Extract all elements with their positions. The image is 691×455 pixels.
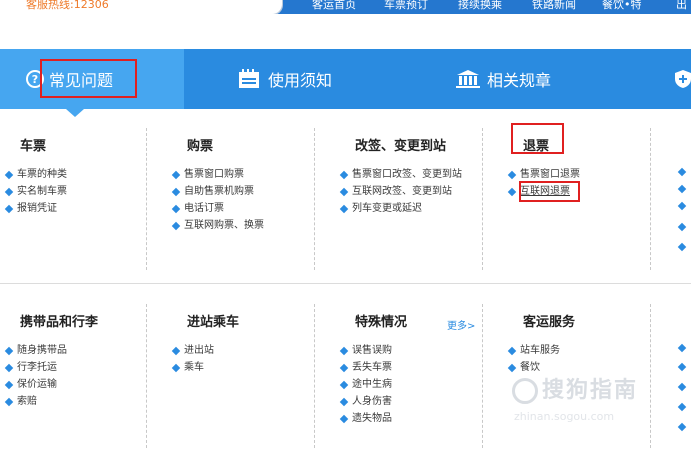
list-item[interactable]: 途中生病: [339, 376, 481, 393]
top-nav-bar: 客服热线:12306 客运首页 车票预订 接续换乘 铁路新闻 餐饮•特 出: [0, 0, 691, 14]
tab-faq[interactable]: ? 常见问题: [0, 49, 184, 109]
list-item[interactable]: 售票窗口购票: [171, 166, 313, 183]
watermark-url: zhinan.sogou.com: [514, 410, 615, 423]
list-item[interactable]: 随身携带品: [4, 342, 146, 359]
row-divider: [0, 283, 691, 284]
column-title: 进站乘车: [187, 315, 240, 330]
tab-faq-label: 常见问题: [49, 71, 114, 90]
list-item-online-refund[interactable]: 互联网退票: [507, 183, 649, 200]
list-item[interactable]: 互联网改签、变更到站: [339, 183, 481, 200]
tab-regulations[interactable]: 相关规章: [455, 49, 551, 109]
more-link[interactable]: 更多>: [447, 317, 475, 332]
column-boarding: 进站乘车 进出站 乘车: [171, 314, 313, 376]
tab-usage-notes[interactable]: 使用须知: [238, 49, 332, 109]
calendar-icon: [239, 69, 259, 88]
column-luggage: 携带品和行李 随身携带品 行李托运 保价运输 索赔: [4, 314, 146, 410]
column-title: 车票: [20, 139, 47, 154]
list-item[interactable]: 电话订票: [171, 200, 313, 217]
list-item[interactable]: 实名制车票: [4, 183, 146, 200]
list-item[interactable]: 售票窗口退票: [507, 166, 649, 183]
nav-link-transfer[interactable]: 接续换乘: [458, 0, 502, 12]
list-item[interactable]: 站车服务: [507, 342, 649, 359]
tab-more[interactable]: [674, 49, 691, 109]
column-refund: 退票 售票窗口退票 互联网退票: [507, 138, 649, 200]
column-title: 携带品和行李: [20, 315, 99, 330]
list-item[interactable]: 进出站: [171, 342, 313, 359]
list-item[interactable]: 遗失物品: [339, 410, 481, 427]
active-tab-pointer: [66, 109, 84, 117]
building-icon: [456, 70, 480, 88]
nav-link-more[interactable]: 出: [676, 0, 687, 12]
column-title: 退票: [523, 139, 550, 154]
column-title: 购票: [187, 139, 214, 154]
list-item[interactable]: 乘车: [171, 359, 313, 376]
tab-usage-notes-label: 使用须知: [268, 71, 333, 90]
list-item[interactable]: 索赔: [4, 393, 146, 410]
tab-bar: ? 常见问题 使用须知 相关规章: [0, 49, 691, 109]
list-item[interactable]: 丢失车票: [339, 359, 481, 376]
nav-link-news[interactable]: 铁路新闻: [532, 0, 576, 12]
column-title: 客运服务: [523, 315, 576, 330]
list-item[interactable]: 互联网购票、换票: [171, 217, 313, 234]
question-icon: ?: [26, 70, 44, 88]
list-item[interactable]: 报销凭证: [4, 200, 146, 217]
list-item[interactable]: 人身伤害: [339, 393, 481, 410]
column-tickets: 车票 车票的种类 实名制车票 报销凭证: [4, 138, 146, 217]
shield-icon: [675, 70, 691, 88]
nav-link-home[interactable]: 客运首页: [312, 0, 356, 12]
hotline-text: 客服热线:12306: [26, 0, 109, 11]
list-item[interactable]: 车票的种类: [4, 166, 146, 183]
nav-link-booking[interactable]: 车票预订: [384, 0, 428, 12]
tab-regulations-label: 相关规章: [487, 71, 552, 90]
list-item[interactable]: 行李托运: [4, 359, 146, 376]
nav-link-catering[interactable]: 餐饮•特: [602, 0, 642, 12]
list-item[interactable]: 列车变更或延迟: [339, 200, 481, 217]
column-title: 改签、变更到站: [355, 139, 447, 154]
column-change: 改签、变更到站 售票窗口改签、变更到站 互联网改签、变更到站 列车变更或延迟: [339, 138, 481, 217]
list-item[interactable]: 售票窗口改签、变更到站: [339, 166, 481, 183]
list-item[interactable]: 保价运输: [4, 376, 146, 393]
column-service: 客运服务 站车服务 餐饮: [507, 314, 649, 376]
watermark-logo: 搜狗指南: [512, 372, 638, 404]
list-item[interactable]: 自助售票机购票: [171, 183, 313, 200]
column-purchase: 购票 售票窗口购票 自助售票机购票 电话订票 互联网购票、换票: [171, 138, 313, 234]
list-item[interactable]: 误售误购: [339, 342, 481, 359]
